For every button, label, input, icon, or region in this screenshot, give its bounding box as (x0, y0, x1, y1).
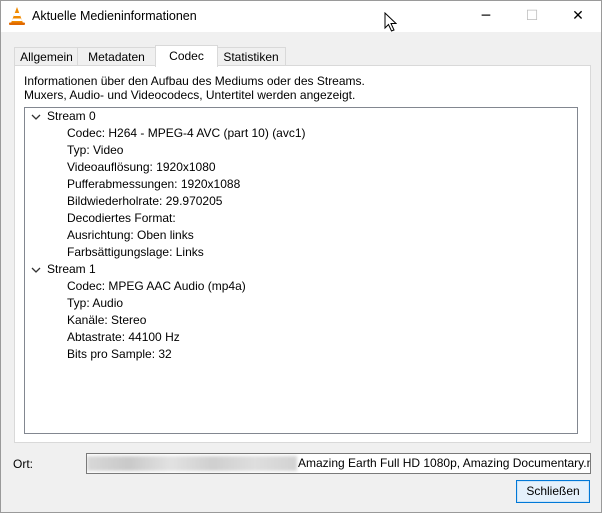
tab-label: Statistiken (223, 50, 279, 64)
tab-label: Metadaten (88, 50, 145, 64)
codec-description: Informationen über den Aufbau des Medium… (24, 74, 365, 102)
location-value: Amazing Earth Full HD 1080p, Amazing Doc… (298, 456, 591, 470)
codec-tree[interactable]: Stream 0 Codec: H264 - MPEG-4 AVC (part … (24, 107, 578, 434)
tree-item[interactable]: Bits pro Sample: 32 (67, 346, 172, 363)
tree-item[interactable]: Pufferabmessungen: 1920x1088 (67, 176, 240, 193)
tab-label: Allgemein (20, 50, 73, 64)
description-line: Informationen über den Aufbau des Medium… (24, 74, 365, 88)
tab-label: Codec (169, 49, 204, 63)
tab-metadaten[interactable]: Metadaten (77, 47, 156, 66)
title-bar[interactable]: Aktuelle Medieninformationen ─ ☐ ✕ (1, 1, 601, 32)
tree-item[interactable]: Kanäle: Stereo (67, 312, 146, 329)
tab-allgemein[interactable]: Allgemein (14, 47, 79, 66)
codec-panel: Informationen über den Aufbau des Medium… (14, 65, 591, 443)
minimize-icon[interactable]: ─ (463, 1, 509, 32)
close-button[interactable]: Schließen (516, 480, 590, 503)
tree-stream-0[interactable]: Stream 0 (47, 108, 96, 125)
tree-stream-1[interactable]: Stream 1 (47, 261, 96, 278)
location-label: Ort: (13, 457, 33, 471)
tab-statistiken[interactable]: Statistiken (216, 47, 286, 66)
mouse-cursor-icon (384, 12, 397, 32)
tree-item[interactable]: Farbsättigungslage: Links (67, 244, 204, 261)
description-line: Muxers, Audio- und Videocodecs, Untertit… (24, 88, 356, 102)
window-title: Aktuelle Medieninformationen (32, 9, 197, 23)
media-info-window: Aktuelle Medieninformationen ─ ☐ ✕ Allge… (0, 0, 602, 513)
chevron-down-icon[interactable] (31, 112, 41, 122)
tree-item[interactable]: Videoauflösung: 1920x1080 (67, 159, 216, 176)
tree-item[interactable]: Codec: H264 - MPEG-4 AVC (part 10) (avc1… (67, 125, 306, 142)
location-field[interactable]: Amazing Earth Full HD 1080p, Amazing Doc… (86, 453, 591, 474)
chevron-down-icon[interactable] (31, 265, 41, 275)
close-button-label: Schließen (526, 484, 580, 498)
vlc-cone-icon (9, 7, 25, 25)
redacted-path (87, 456, 297, 471)
tree-item[interactable]: Ausrichtung: Oben links (67, 227, 194, 244)
tree-item[interactable]: Typ: Audio (67, 295, 123, 312)
maximize-icon: ☐ (525, 8, 539, 24)
tree-item[interactable]: Decodiertes Format: (67, 210, 176, 227)
tree-item[interactable]: Abtastrate: 44100 Hz (67, 329, 180, 346)
close-window-icon[interactable]: ✕ (555, 1, 601, 32)
tree-item[interactable]: Bildwiederholrate: 29.970205 (67, 193, 222, 210)
tree-item[interactable]: Typ: Video (67, 142, 123, 159)
tree-item[interactable]: Codec: MPEG AAC Audio (mp4a) (67, 278, 246, 295)
tab-codec[interactable]: Codec (155, 45, 218, 67)
